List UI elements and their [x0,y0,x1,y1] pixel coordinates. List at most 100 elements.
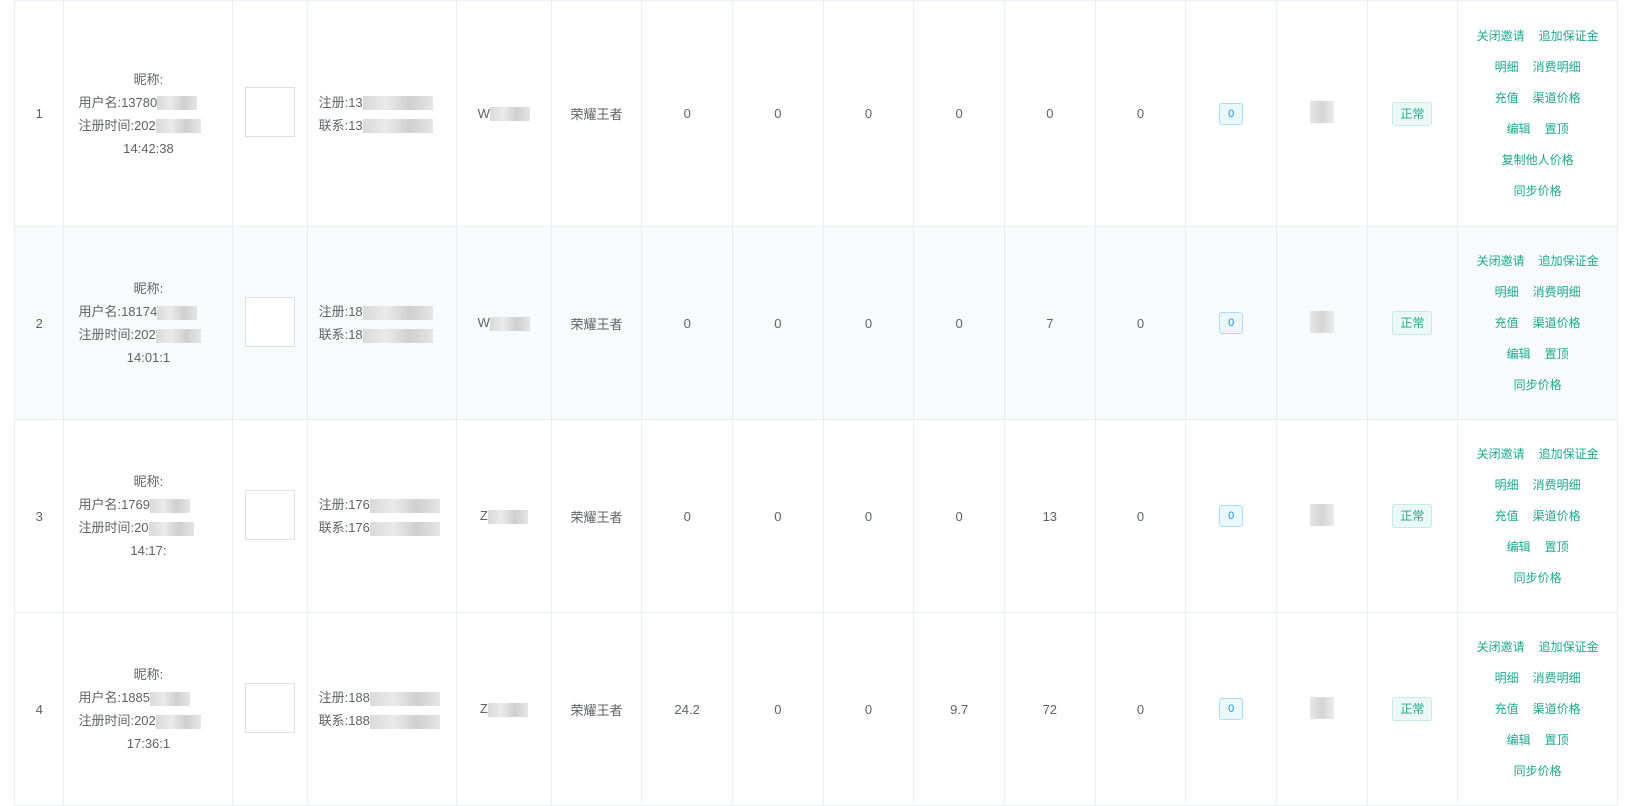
avatar-cell [232,612,308,806]
username-value: 13780 [121,94,158,110]
username-value: 1885 [121,690,150,705]
nickname-label: 昵称: [133,667,164,682]
username-value: 18174 [121,304,158,319]
action-line: 明细 消费明细 [1464,277,1611,308]
action-link[interactable]: 消费明细 [1533,671,1581,685]
stat-cell: 24.2 [641,612,734,806]
user-table-wrapper: 1 昵称: 用户名:13780 注册时间:202 14:42:38 注册:13 … [13,0,1618,806]
action-line: 同步价格 [1464,370,1611,401]
action-link[interactable]: 置顶 [1545,347,1569,361]
action-link[interactable]: 同步价格 [1514,571,1562,585]
avatar[interactable] [244,296,295,347]
action-link[interactable]: 关闭邀请 [1477,447,1525,461]
rank-cell: 荣耀王者 [550,226,643,420]
row-index: 1 [13,0,65,227]
table-row[interactable]: 1 昵称: 用户名:13780 注册时间:202 14:42:38 注册:13 … [13,0,1618,227]
action-line: 充值 渠道价格 [1464,501,1611,532]
action-link[interactable]: 明细 [1495,285,1519,299]
stat-cell: 0 [641,0,734,227]
row-index: 2 [13,226,65,420]
rank-cell: 荣耀王者 [550,612,643,806]
count-badge[interactable]: 0 [1219,102,1244,125]
action-link[interactable]: 明细 [1495,671,1519,685]
action-link[interactable]: 渠道价格 [1533,702,1581,716]
username-line: 用户名:1769 [78,493,232,516]
reg-phone-line: 注册:176 [319,493,456,516]
reg-phone-value: 188 [348,690,370,705]
action-link[interactable]: 编辑 [1507,540,1531,554]
phone-cell: 注册:13 联系:13 [306,0,457,227]
avatar[interactable] [244,87,295,137]
avatar[interactable] [244,682,295,733]
action-link[interactable]: 渠道价格 [1533,316,1581,330]
stat-cell: 0 [732,419,824,613]
action-link[interactable]: 充值 [1495,702,1519,716]
action-link[interactable]: 消费明细 [1533,60,1581,74]
username-line: 用户名:1885 [78,686,232,709]
reg-date-value: 202 [134,327,156,342]
action-link[interactable]: 明细 [1495,478,1519,492]
action-line: 关闭邀请 追加保证金 [1464,632,1611,663]
count-badge[interactable]: 0 [1219,312,1244,334]
reg-clock-line: 14:01:1 [126,350,171,365]
action-line: 编辑 置顶 [1464,725,1611,756]
contact-line: 联系:176 [319,516,456,539]
status-cell: 正常 [1366,226,1459,420]
count-badge[interactable]: 0 [1219,505,1244,527]
contact-line: 联系:13 [319,114,456,137]
action-link[interactable]: 消费明细 [1533,285,1581,299]
action-link[interactable]: 充值 [1495,91,1519,105]
reg-clock-line: 14:17: [130,543,167,558]
action-link[interactable]: 同步价格 [1514,378,1562,392]
action-link[interactable]: 追加保证金 [1539,640,1599,654]
action-link[interactable]: 置顶 [1545,540,1569,554]
action-link[interactable]: 追加保证金 [1539,29,1599,43]
action-link[interactable]: 复制他人价格 [1502,153,1574,167]
table-row[interactable]: 4 昵称: 用户名:1885 注册时间:202 17:36:1 注册:188 联… [13,612,1618,806]
stat-cell: 0 [822,419,915,613]
action-link[interactable]: 关闭邀请 [1477,29,1525,43]
count-badge[interactable]: 0 [1219,698,1244,720]
redacted-block [369,521,440,536]
status-cell: 正常 [1366,612,1459,806]
reg-phone-line: 注册:188 [319,686,456,709]
redacted-block [149,691,190,706]
action-link[interactable]: 渠道价格 [1533,91,1581,105]
badge-cell: 0 [1185,0,1277,227]
reg-phone-value: 176 [348,497,370,512]
action-link[interactable]: 同步价格 [1514,764,1562,778]
avatar[interactable] [244,489,295,540]
action-link[interactable]: 关闭邀请 [1477,254,1525,268]
operator-cell [1275,612,1368,806]
redacted-block [489,107,530,122]
status-badge: 正常 [1392,101,1433,126]
action-link[interactable]: 同步价格 [1514,184,1562,198]
action-link[interactable]: 渠道价格 [1533,509,1581,523]
action-link[interactable]: 充值 [1495,316,1519,330]
nickname-label: 昵称: [133,474,164,489]
action-link[interactable]: 消费明细 [1533,478,1581,492]
name-initial: W [477,105,490,121]
redacted-block [1309,101,1334,123]
action-link[interactable]: 编辑 [1507,122,1531,136]
actions-cell: 关闭邀请 追加保证金明细 消费明细充值 渠道价格编辑 置顶复制他人价格 同步价格 [1457,0,1618,227]
action-link[interactable]: 编辑 [1507,347,1531,361]
action-link[interactable]: 关闭邀请 [1477,640,1525,654]
table-row[interactable]: 2 昵称: 用户名:18174 注册时间:202 14:01:1 注册:18 联… [13,226,1618,420]
operator-cell [1275,0,1368,227]
action-link[interactable]: 明细 [1495,60,1519,74]
action-link[interactable]: 追加保证金 [1539,254,1599,268]
username-line: 用户名:13780 [78,91,232,114]
action-link[interactable]: 置顶 [1545,122,1569,136]
name-cell: Z [455,419,552,613]
action-link[interactable]: 编辑 [1507,733,1531,747]
table-row[interactable]: 3 昵称: 用户名:1769 注册时间:20 14:17: 注册:176 联系:… [13,419,1618,613]
name-cell: W [455,226,552,420]
action-link[interactable]: 追加保证金 [1539,447,1599,461]
action-link[interactable]: 置顶 [1545,733,1569,747]
user-info-cell: 昵称: 用户名:1769 注册时间:20 14:17: [63,419,234,613]
action-link[interactable]: 充值 [1495,509,1519,523]
stat-cell: 13 [1003,419,1096,613]
redacted-block [362,96,433,111]
actions-cell: 关闭邀请 追加保证金明细 消费明细充值 渠道价格编辑 置顶同步价格 [1457,226,1618,420]
